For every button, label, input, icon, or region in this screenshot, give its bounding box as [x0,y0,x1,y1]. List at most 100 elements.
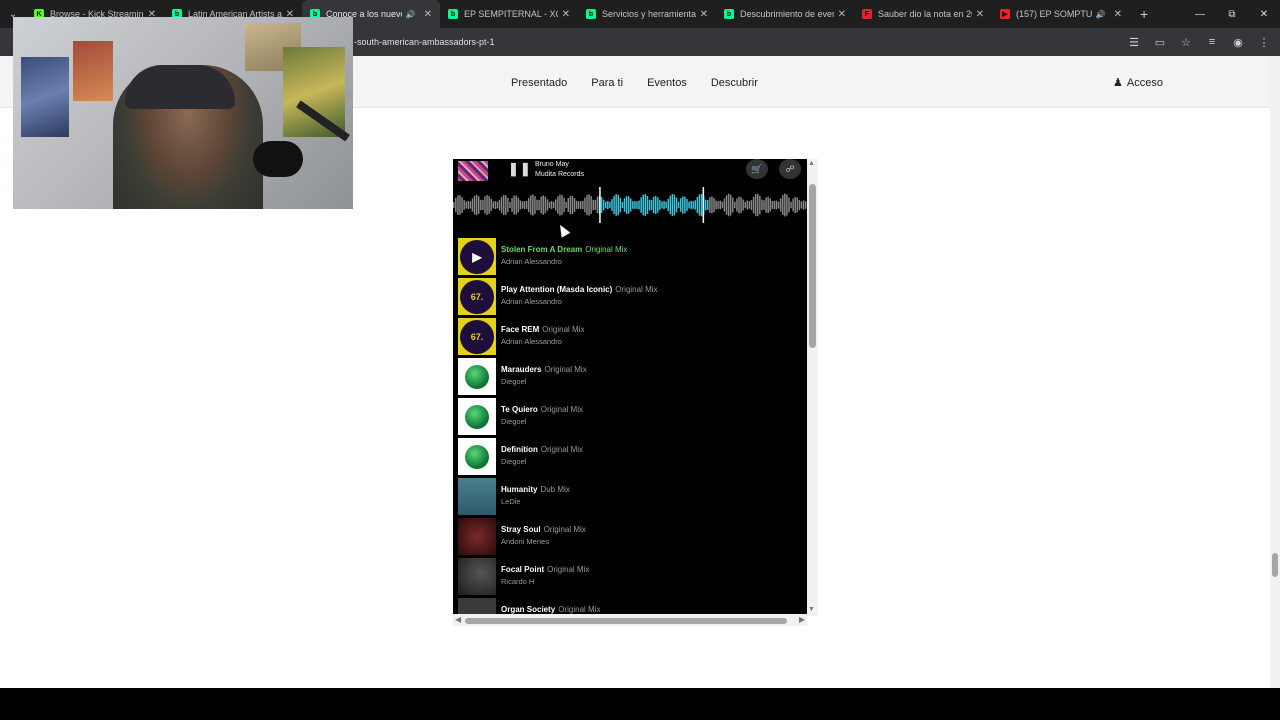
waveform-bar [519,200,522,210]
tab-close-icon[interactable]: ✕ [562,9,570,20]
track-title-line[interactable]: Definition Original Mix [501,445,583,454]
browser-tab[interactable]: b Descubrimiento de event ✕ [716,0,854,28]
scroll-left-icon[interactable]: ◀ [455,615,461,624]
tab-close-icon[interactable]: ✕ [700,9,708,20]
tab-close-icon[interactable]: ✕ [976,9,984,20]
track-artwork[interactable] [458,558,496,595]
share-icon[interactable]: ☍ [779,159,801,179]
cast-icon[interactable]: ▭ [1152,36,1168,49]
track-artist[interactable]: Diegoel [501,417,526,426]
waveform-bar [784,193,786,217]
track-row[interactable]: Te Quiero Original Mix Diegoel [453,397,807,437]
login-link[interactable]: ♟ Acceso [1113,76,1163,90]
track-artist[interactable]: Adrian Alessandro [501,297,562,306]
track-artwork[interactable]: ▶ [458,238,496,275]
waveform[interactable] [453,187,807,223]
webcam-overlay [13,17,353,209]
track-artist[interactable]: Adrian Alessandro [501,257,562,266]
tab-close-icon[interactable]: ✕ [1114,9,1122,20]
track-row[interactable]: Humanity Dub Mix LeDie [453,477,807,517]
user-icon: ♟ [1113,77,1123,89]
reading-list-icon[interactable]: ≡ [1204,36,1220,48]
track-title-line[interactable]: Play Attention (Masda Iconic) Original Mi… [501,285,658,294]
waveform-bar [648,199,651,211]
scroll-up-icon[interactable]: ▲ [808,160,815,167]
scroll-right-icon[interactable]: ▶ [799,615,805,624]
minimize-icon[interactable]: — [1184,0,1216,28]
waveform-bar [630,198,632,212]
translate-icon[interactable]: ☰ [1126,36,1142,49]
now-playing-artwork [458,161,488,181]
track-title-line[interactable]: Stray Soul Original Mix [501,525,586,534]
nav-para-ti[interactable]: Para ti [591,77,623,89]
pause-icon[interactable]: ❚❚ [508,161,532,177]
player-hscroll-thumb[interactable] [465,618,787,624]
browser-tab[interactable]: b Servicios y herramientas ✕ [578,0,716,28]
track-row[interactable]: Stray Soul Original Mix Andoni Menes [453,517,807,557]
waveform-bar [734,201,736,209]
track-row[interactable]: 67. Face REM Original Mix Adrian Alessandro [453,317,807,357]
track-row[interactable]: Focal Point Original Mix Ricardo H [453,557,807,597]
track-artwork[interactable] [458,398,496,435]
browser-tab[interactable]: ▶ (157) EP SOMPTUEU 🔊 ✕ [992,0,1130,28]
scroll-down-icon[interactable]: ▼ [808,606,815,613]
menu-kebab-icon[interactable]: ⋮ [1256,36,1272,49]
track-artwork[interactable] [458,478,496,515]
player-scroll-thumb[interactable] [809,184,816,348]
track-artist[interactable]: Adrian Alessandro [501,337,562,346]
waveform-bar [692,201,694,209]
browser-tab[interactable]: F Sauber dio la nota en 202 ✕ [854,0,992,28]
track-artist[interactable]: Diegoel [501,377,526,386]
track-artist[interactable]: Ricardo H [501,577,534,586]
waveform-bar [711,196,713,214]
track-title-line[interactable]: Marauders Original Mix [501,365,587,374]
waveform-bar [550,200,553,210]
tab-audio-icon[interactable]: 🔊 [406,10,416,19]
waveform-bar [663,200,665,210]
track-title-line[interactable]: Humanity Dub Mix [501,485,570,494]
track-title-line[interactable]: Organ Society Original Mix [501,605,600,614]
restore-icon[interactable]: ⧉ [1216,0,1248,28]
track-row[interactable]: ▶ Stolen From A Dream Original Mix Adrian A… [453,237,807,277]
waveform-bar [461,197,463,213]
waveform-bar [667,198,669,212]
new-tab-icon[interactable]: + [1140,6,1148,22]
track-title-line[interactable]: Stolen From A Dream Original Mix [501,245,627,254]
bookmark-star-icon[interactable]: ☆ [1178,36,1194,49]
track-artwork[interactable] [458,438,496,475]
track-artist[interactable]: LeDie [501,497,521,506]
track-title-line[interactable]: Focal Point Original Mix [501,565,589,574]
track-artwork[interactable] [458,358,496,395]
page-scrollbar[interactable] [1270,56,1280,688]
track-row[interactable]: 67. Play Attention (Masda Iconic) Original… [453,277,807,317]
track-row[interactable]: Marauders Original Mix Diegoel [453,357,807,397]
track-artist[interactable]: Andoni Menes [501,537,549,546]
tab-close-icon[interactable]: ✕ [838,9,846,20]
waveform-bar [542,195,544,215]
cart-icon[interactable]: 🛒 [746,159,768,179]
tab-audio-icon[interactable]: 🔊 [1096,10,1106,19]
track-artwork[interactable]: 67. [458,278,496,315]
waveform-bar [471,198,474,212]
nav-presentado[interactable]: Presentado [511,77,567,89]
close-window-icon[interactable]: ✕ [1248,0,1280,28]
track-artwork[interactable] [458,518,496,555]
play-icon[interactable]: ▶ [472,250,481,264]
address-bar[interactable]: -south-american-ambassadors-pt-1 [354,32,1114,52]
tab-favicon-icon: b [586,9,596,19]
track-title: Focal Point [501,565,545,574]
track-title-line[interactable]: Face REM Original Mix [501,325,584,334]
waveform-bar [502,194,505,216]
track-row[interactable]: Definition Original Mix Diegoel [453,437,807,477]
tab-close-icon[interactable]: ✕ [424,9,432,20]
profile-avatar-icon[interactable]: ◉ [1230,36,1246,49]
track-title-line[interactable]: Te Quiero Original Mix [501,405,583,414]
nav-descubrir[interactable]: Descubrir [711,77,758,89]
track-artist[interactable]: Diegoel [501,457,526,466]
waveform-bar [538,199,540,211]
browser-tab[interactable]: b EP SEMPITERNAL - XORXI ✕ [440,0,578,28]
nav-eventos[interactable]: Eventos [647,77,687,89]
page-scroll-thumb[interactable] [1272,553,1278,577]
track-artwork[interactable]: 67. [458,318,496,355]
waveform-bar [575,200,578,210]
